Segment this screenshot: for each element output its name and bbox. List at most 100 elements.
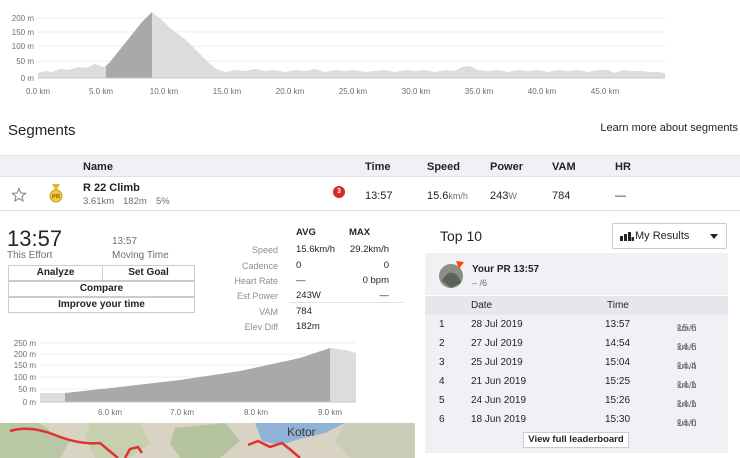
improve-time-button[interactable]: Improve your time [8, 297, 195, 313]
leaderboard-row[interactable]: 1 28 Jul 2019 13:57 15.6 km/h [425, 315, 728, 334]
leaderboard-header: Date Time [425, 296, 728, 315]
rank: 4 [439, 376, 445, 387]
leaderboard-row[interactable]: 5 24 Jun 2019 15:26 14.1 km/h [425, 391, 728, 410]
date-link: 27 Jul 2019 [471, 338, 523, 349]
leaderboard-row[interactable]: 3 25 Jul 2019 15:04 14.4 km/h [425, 353, 728, 372]
segment-hr: — [615, 190, 626, 202]
stat-label: Cadence [241, 261, 278, 271]
time: 13:57 [605, 319, 631, 330]
col-speed[interactable]: Speed [427, 161, 460, 173]
segment-distance: 3.61km [83, 196, 115, 207]
route-map[interactable]: Kotor [0, 423, 415, 458]
date-link: 21 Jun 2019 [471, 376, 527, 387]
effort-time: 13:57 [7, 226, 63, 251]
col-time[interactable]: Time [365, 161, 390, 173]
rank: 1 [439, 319, 445, 330]
bar-chart-icon [620, 232, 634, 241]
results-filter-label: My Results [635, 230, 690, 242]
moving-time-label: Moving Time [112, 250, 169, 261]
time: 15:25 [605, 376, 631, 387]
date-link: 28 Jul 2019 [471, 319, 523, 330]
stat-avg: — [296, 275, 306, 286]
stat-label: Est Power [236, 291, 278, 301]
stat-max: 29.2km/h [349, 244, 389, 255]
stat-avg: 784 [296, 306, 312, 317]
x-tick-label: 5.0 km [89, 87, 113, 96]
star-icon[interactable] [11, 187, 27, 203]
stat-max: 0 bpm [362, 275, 389, 286]
y-tick-label: 100 m [14, 373, 37, 382]
x-tick-label: 45.0 km [591, 87, 620, 96]
compare-button[interactable]: Compare [8, 281, 195, 297]
pr-medal-icon: PR [49, 184, 63, 203]
stat-max: — [379, 290, 390, 301]
date-link: 24 Jun 2019 [471, 395, 527, 406]
segment-row[interactable]: PR R 22 Climb 3.61km 182m 5% 3 13:57 15.… [0, 177, 740, 211]
analyze-button[interactable]: Analyze [8, 265, 103, 281]
stats-max-header: MAX [349, 227, 371, 238]
x-tick-label: 7.0 km [170, 408, 194, 417]
map-label-kotor: Kotor [287, 425, 316, 439]
pr-title: Your PR 13:57 [472, 264, 540, 275]
x-tick-label: 20.0 km [276, 87, 305, 96]
leaderboard-row[interactable]: 6 18 Jun 2019 15:30 14.0 km/h [425, 410, 728, 431]
stats-divider [290, 302, 404, 303]
segments-table-header: Name Time Speed Power VAM HR [0, 155, 740, 177]
your-pr-summary: Your PR 13:57 – /6 [425, 253, 728, 295]
stat-label: Elev Diff [244, 322, 278, 332]
x-axis-ticks: 0.0 km 5.0 km 10.0 km 15.0 km 20.0 km 25… [26, 87, 620, 96]
elevation-profile-chart: 200 m 150 m 100 m 50 m 0 m 0.0 km 5.0 km… [12, 12, 665, 96]
leaderboard-row[interactable]: 2 27 Jul 2019 14:54 14.6 km/h [425, 334, 728, 353]
x-tick-label: 9.0 km [318, 408, 342, 417]
y-tick-label: 150 m [14, 361, 37, 370]
y-tick-label: 50 m [18, 385, 36, 394]
x-tick-label: 30.0 km [402, 87, 431, 96]
set-goal-button[interactable]: Set Goal [102, 265, 195, 281]
stat-label: Speed [251, 245, 278, 255]
segment-speed: 15.6km/h [427, 190, 468, 202]
stats-avg-header: AVG [296, 227, 316, 238]
time: 14:54 [605, 338, 631, 349]
avatar [439, 261, 464, 288]
top10-title: Top 10 [440, 228, 483, 244]
rank: 2 [439, 338, 445, 349]
col-power[interactable]: Power [490, 161, 523, 173]
segment-name-link[interactable]: R 22 Climb [83, 182, 140, 194]
col-vam[interactable]: VAM [552, 161, 576, 173]
segment-grade: 5% [156, 196, 170, 207]
segment-power: 243W [490, 190, 517, 202]
rank: 6 [439, 414, 445, 425]
stat-max: 0 [383, 260, 389, 271]
time: 15:30 [605, 414, 631, 425]
y-tick-label: 0 m [23, 398, 37, 407]
leaderboard-row[interactable]: 4 21 Jun 2019 15:25 14.1 km/h [425, 372, 728, 391]
y-tick-label: 250 m [14, 339, 37, 348]
stat-label: VAM [259, 307, 278, 317]
y-tick-label: 0 m [21, 74, 35, 83]
x-tick-label: 35.0 km [465, 87, 494, 96]
segment-highlight-area [106, 12, 152, 78]
segment-climb-area [65, 348, 330, 402]
learn-more-link[interactable]: Learn more about segments [600, 122, 738, 134]
col-name[interactable]: Name [83, 161, 113, 173]
results-filter-dropdown[interactable]: My Results [612, 223, 727, 249]
date-link: 18 Jun 2019 [471, 414, 527, 425]
stat-label: Heart Rate [234, 276, 278, 286]
svg-text:PR: PR [52, 195, 61, 201]
rank: 5 [439, 395, 445, 406]
rank: 3 [439, 357, 445, 368]
mini-x-ticks: 6.0 km 7.0 km 8.0 km 9.0 km [98, 408, 342, 417]
x-tick-label: 10.0 km [150, 87, 179, 96]
segment-time: 13:57 [365, 190, 393, 202]
col-date: Date [471, 300, 493, 311]
col-hr[interactable]: HR [615, 161, 631, 173]
date-link: 25 Jul 2019 [471, 357, 523, 368]
time: 15:26 [605, 395, 631, 406]
view-full-leaderboard-button[interactable]: View full leaderboard [523, 432, 629, 448]
segment-vam: 784 [552, 190, 571, 202]
pr-rank: – /6 [472, 278, 488, 288]
y-tick-label: 200 m [14, 350, 37, 359]
segment-elevation: 182m [123, 196, 147, 207]
col-time: Time [607, 300, 629, 311]
x-tick-label: 6.0 km [98, 408, 122, 417]
